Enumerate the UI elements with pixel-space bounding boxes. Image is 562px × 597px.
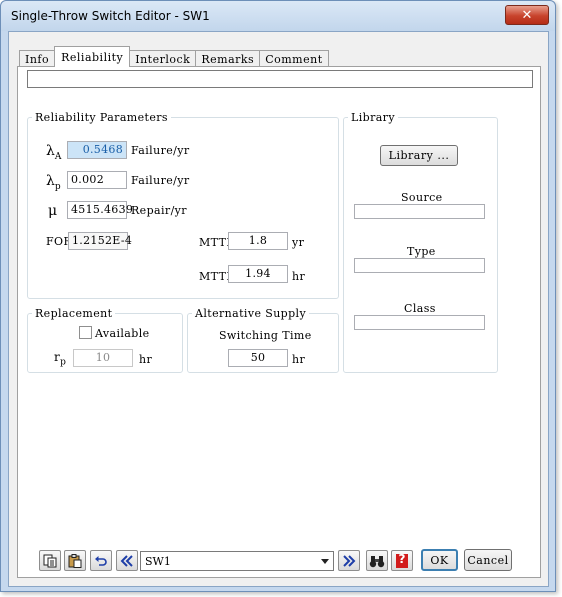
for-value: 1.2152E-4 (68, 232, 132, 250)
double-chevron-left-icon (120, 554, 133, 567)
source-label: Source (401, 191, 443, 204)
source-field[interactable] (354, 204, 485, 219)
undo-icon (95, 555, 107, 566)
lambda-a-unit: Failure/yr (131, 144, 190, 157)
rp-unit: hr (139, 353, 153, 366)
undo-button[interactable] (90, 550, 112, 571)
mttr-unit: hr (292, 270, 306, 283)
help-glyph: ? (398, 552, 406, 566)
mttf-input[interactable]: 1.8 (228, 232, 288, 250)
tab-interlock[interactable]: Interlock (129, 50, 197, 67)
ok-button[interactable]: OK (421, 549, 458, 571)
paste-button[interactable] (64, 550, 86, 571)
switching-time-input[interactable]: 50 (228, 349, 288, 367)
lambda-a-input[interactable]: 0.5468 (67, 141, 127, 159)
copy-button[interactable] (39, 550, 61, 571)
reliability-tab-panel: Reliability Parameters λA 0.5468 Failure… (17, 66, 541, 578)
dropdown-arrow-icon (321, 559, 329, 564)
window-title: Single-Throw Switch Editor - SW1 (11, 9, 210, 23)
description-field[interactable] (27, 70, 533, 88)
switching-time-label: Switching Time (219, 329, 312, 342)
available-label: Available (95, 327, 150, 340)
title-bar[interactable]: Single-Throw Switch Editor - SW1 ✕ (1, 1, 555, 31)
reliability-parameters-legend: Reliability Parameters (35, 111, 168, 124)
mttr-input[interactable]: 1.94 (228, 265, 288, 283)
rp-symbol: rp (54, 350, 67, 368)
element-selector[interactable]: SW1 (140, 551, 334, 571)
rp-input[interactable]: 10 (73, 349, 133, 367)
library-button[interactable]: Library ... (380, 145, 458, 166)
close-button[interactable]: ✕ (505, 5, 549, 25)
type-label: Type (407, 245, 436, 258)
type-field[interactable] (354, 258, 485, 273)
paste-icon (68, 553, 82, 568)
next-button[interactable] (338, 550, 360, 571)
lambda-p-input[interactable]: 0.002 (67, 171, 127, 189)
cancel-button[interactable]: Cancel (464, 549, 512, 571)
alternative-supply-legend: Alternative Supply (195, 307, 307, 320)
editor-window: Single-Throw Switch Editor - SW1 ✕ Info … (0, 0, 556, 592)
mttf-unit: yr (292, 236, 305, 249)
lambda-p-symbol: λp (46, 173, 61, 192)
lambda-a-symbol: λA (46, 143, 62, 162)
tab-remarks[interactable]: Remarks (195, 50, 261, 67)
binoculars-icon (369, 555, 385, 567)
mu-symbol: μ (48, 203, 58, 219)
find-button[interactable] (366, 550, 388, 571)
mu-input[interactable]: 4515.4639 (67, 201, 133, 219)
tab-info[interactable]: Info (19, 50, 56, 67)
mu-unit: Repair/yr (131, 204, 187, 217)
lambda-p-unit: Failure/yr (131, 174, 190, 187)
class-field[interactable] (354, 315, 485, 330)
element-selector-value: SW1 (145, 555, 171, 568)
available-checkbox[interactable] (79, 326, 92, 339)
tab-reliability[interactable]: Reliability (54, 46, 131, 67)
class-label: Class (404, 302, 436, 315)
replacement-legend: Replacement (35, 307, 113, 320)
copy-icon (43, 554, 57, 567)
close-icon: ✕ (521, 7, 533, 23)
previous-button[interactable] (116, 550, 138, 571)
tab-strip: Info Reliability Interlock Remarks Comme… (19, 45, 329, 67)
library-legend: Library (351, 111, 395, 124)
tab-comment[interactable]: Comment (259, 50, 329, 67)
double-chevron-right-icon (343, 554, 356, 567)
dialog-client-area: Info Reliability Interlock Remarks Comme… (8, 31, 549, 587)
help-button[interactable]: ? (391, 550, 413, 571)
switching-time-unit: hr (292, 353, 306, 366)
